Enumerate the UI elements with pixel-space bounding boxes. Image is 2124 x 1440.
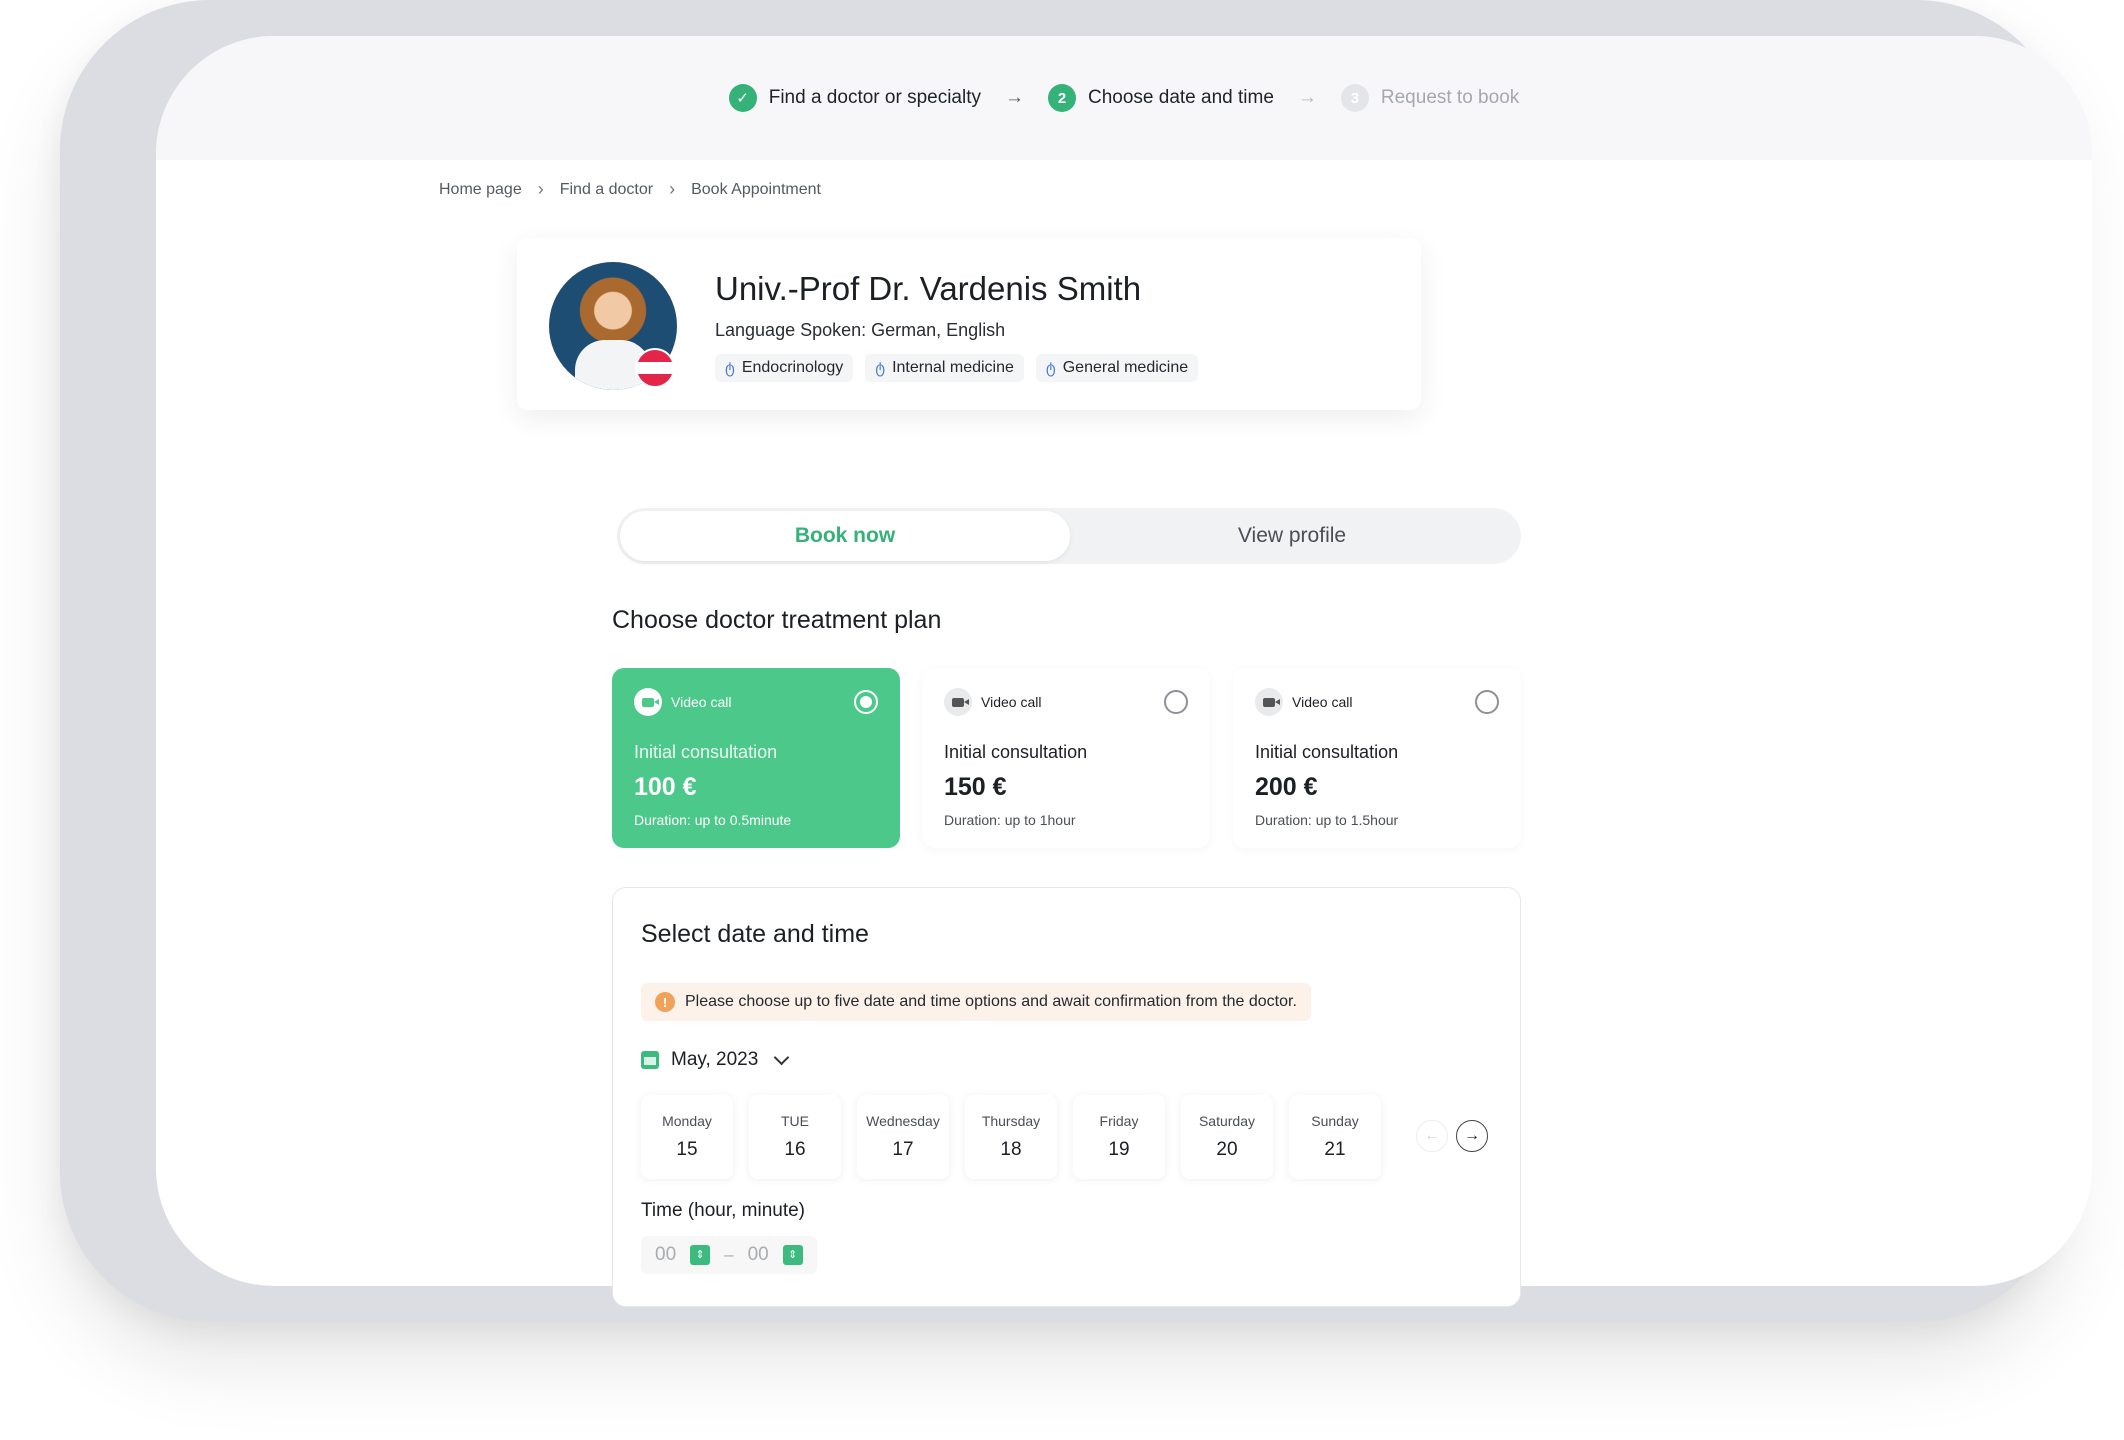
step-request-book[interactable]: 3 Request to book	[1340, 84, 1520, 112]
specialty-tag: ტ Endocrinology	[715, 354, 854, 382]
check-icon: ✓	[728, 84, 757, 112]
plan-price: 100 €	[634, 773, 697, 801]
doctor-name: Univ.-Prof Dr. Vardenis Smith	[715, 270, 1142, 307]
plan-card-2[interactable]: Video call Initial consultation 150 € Du…	[922, 668, 1210, 848]
plan-radio[interactable]	[1475, 690, 1499, 714]
tag-label: General medicine	[1062, 359, 1189, 376]
step-number: 3	[1340, 84, 1369, 112]
doctor-card: Univ.-Prof Dr. Vardenis Smith Language S…	[517, 238, 1421, 410]
date-time-title: Select date and time	[641, 920, 869, 948]
breadcrumb-home[interactable]: Home page	[439, 181, 522, 199]
chevron-down-icon	[774, 1049, 790, 1065]
day-option[interactable]: Saturday 20	[1181, 1095, 1273, 1179]
tag-label: Endocrinology	[741, 359, 844, 376]
next-week-arrow-icon[interactable]: →	[1456, 1120, 1488, 1152]
plan-price: 200 €	[1255, 773, 1318, 801]
time-range-input: 00 ⇕ – 00 ⇕	[641, 1236, 817, 1274]
tag-label: Internal medicine	[892, 359, 1014, 376]
day-name: Thursday	[981, 1113, 1041, 1129]
plan-duration: Duration: up to 1.5hour	[1255, 812, 1399, 828]
plan-card-3[interactable]: Video call Initial consultation 200 € Du…	[1233, 668, 1521, 848]
day-date: 18	[1000, 1139, 1022, 1160]
time-label: Time (hour, minute)	[641, 1200, 806, 1221]
step-label: Request to book	[1380, 87, 1520, 108]
day-option[interactable]: Wednesday 17	[857, 1095, 949, 1179]
chevron-right-icon: ›	[669, 179, 676, 199]
arrow-right-icon: →	[1004, 87, 1024, 108]
prev-week-arrow-icon[interactable]: ←	[1416, 1120, 1448, 1152]
plan-type: Video call	[671, 694, 732, 710]
day-option[interactable]: Monday 15	[641, 1095, 733, 1179]
breadcrumb-find-doctor[interactable]: Find a doctor	[560, 181, 653, 199]
booking-toggle: Book now View profile	[617, 508, 1521, 564]
stethoscope-icon: ტ	[725, 360, 735, 377]
treatment-plans: Video call Initial consultation 100 € Du…	[612, 668, 1521, 848]
plan-type: Video call	[981, 694, 1042, 710]
arrow-right-icon: →	[1297, 87, 1317, 108]
day-date: 15	[676, 1139, 698, 1160]
plan-radio[interactable]	[1164, 690, 1188, 714]
step-label: Find a doctor or specialty	[768, 87, 981, 108]
step-find-doctor[interactable]: ✓ Find a doctor or specialty	[728, 84, 981, 112]
day-option[interactable]: TUE 16	[749, 1095, 841, 1179]
specialty-tag: ტ Internal medicine	[865, 354, 1024, 382]
breadcrumb: Home page › Find a doctor › Book Appoint…	[439, 179, 821, 200]
notice-text: Please choose up to five date and time o…	[685, 993, 1297, 1010]
plan-card-1[interactable]: Video call Initial consultation 100 € Du…	[612, 668, 900, 848]
month-label: May, 2023	[671, 1049, 759, 1070]
calendar-icon	[641, 1051, 659, 1069]
chevron-right-icon: ›	[537, 179, 544, 199]
info-notice: ! Please choose up to five date and time…	[641, 983, 1311, 1021]
minute-stepper-icon[interactable]: ⇕	[782, 1245, 803, 1265]
day-name: Friday	[1099, 1113, 1139, 1129]
hour-value[interactable]: 00	[655, 1244, 676, 1266]
plan-name: Initial consultation	[634, 742, 778, 762]
plan-price: 150 €	[944, 773, 1007, 801]
step-choose-date[interactable]: 2 Choose date and time	[1047, 84, 1274, 112]
day-name: Saturday	[1198, 1113, 1256, 1129]
day-date: 21	[1324, 1139, 1346, 1160]
view-profile-tab[interactable]: View profile	[1067, 511, 1517, 561]
info-icon: !	[655, 992, 675, 1012]
day-name: Sunday	[1311, 1113, 1359, 1129]
doctor-languages: Language Spoken: German, English	[715, 320, 1006, 340]
day-option[interactable]: Friday 19	[1073, 1095, 1165, 1179]
plan-type: Video call	[1292, 694, 1353, 710]
breadcrumb-current: Book Appointment	[691, 180, 821, 198]
treatment-plan-title: Choose doctor treatment plan	[612, 606, 942, 634]
specialty-tag: ტ General medicine	[1035, 354, 1199, 382]
video-camera-icon	[1255, 688, 1283, 716]
plan-name: Initial consultation	[1255, 742, 1399, 762]
month-selector[interactable]: May, 2023	[641, 1049, 790, 1071]
day-picker: Monday 15 TUE 16 Wednesday 17 Thursday 18 Fr…	[641, 1095, 1381, 1179]
specialty-tags: ტ Endocrinology ტ Internal medicine ტ Gener…	[715, 354, 1199, 382]
step-number: 2	[1047, 84, 1076, 112]
day-name: Wednesday	[866, 1113, 940, 1129]
hour-stepper-icon[interactable]: ⇕	[690, 1245, 711, 1265]
plan-radio[interactable]	[854, 690, 878, 714]
austria-flag-icon	[635, 348, 675, 388]
plan-duration: Duration: up to 1hour	[944, 812, 1076, 828]
progress-stepper: ✓ Find a doctor or specialty → 2 Choose …	[156, 36, 2092, 160]
day-date: 16	[784, 1139, 806, 1160]
day-date: 17	[892, 1139, 914, 1160]
plan-duration: Duration: up to 0.5minute	[634, 812, 792, 828]
minute-value[interactable]: 00	[748, 1244, 769, 1266]
date-time-panel: Select date and time ! Please choose up …	[612, 887, 1521, 1307]
day-date: 20	[1216, 1139, 1238, 1160]
book-now-tab[interactable]: Book now	[620, 511, 1070, 561]
stethoscope-icon: ტ	[875, 360, 886, 377]
day-option[interactable]: Sunday 21	[1289, 1095, 1381, 1179]
day-option[interactable]: Thursday 18	[965, 1095, 1057, 1179]
video-camera-icon	[944, 688, 972, 716]
video-camera-icon	[634, 688, 662, 716]
day-name: TUE	[781, 1113, 809, 1129]
step-label: Choose date and time	[1087, 87, 1274, 108]
stethoscope-icon: ტ	[1045, 360, 1056, 377]
plan-name: Initial consultation	[944, 742, 1088, 762]
day-date: 19	[1108, 1139, 1130, 1160]
day-name: Monday	[662, 1113, 712, 1129]
time-separator: –	[724, 1245, 734, 1264]
